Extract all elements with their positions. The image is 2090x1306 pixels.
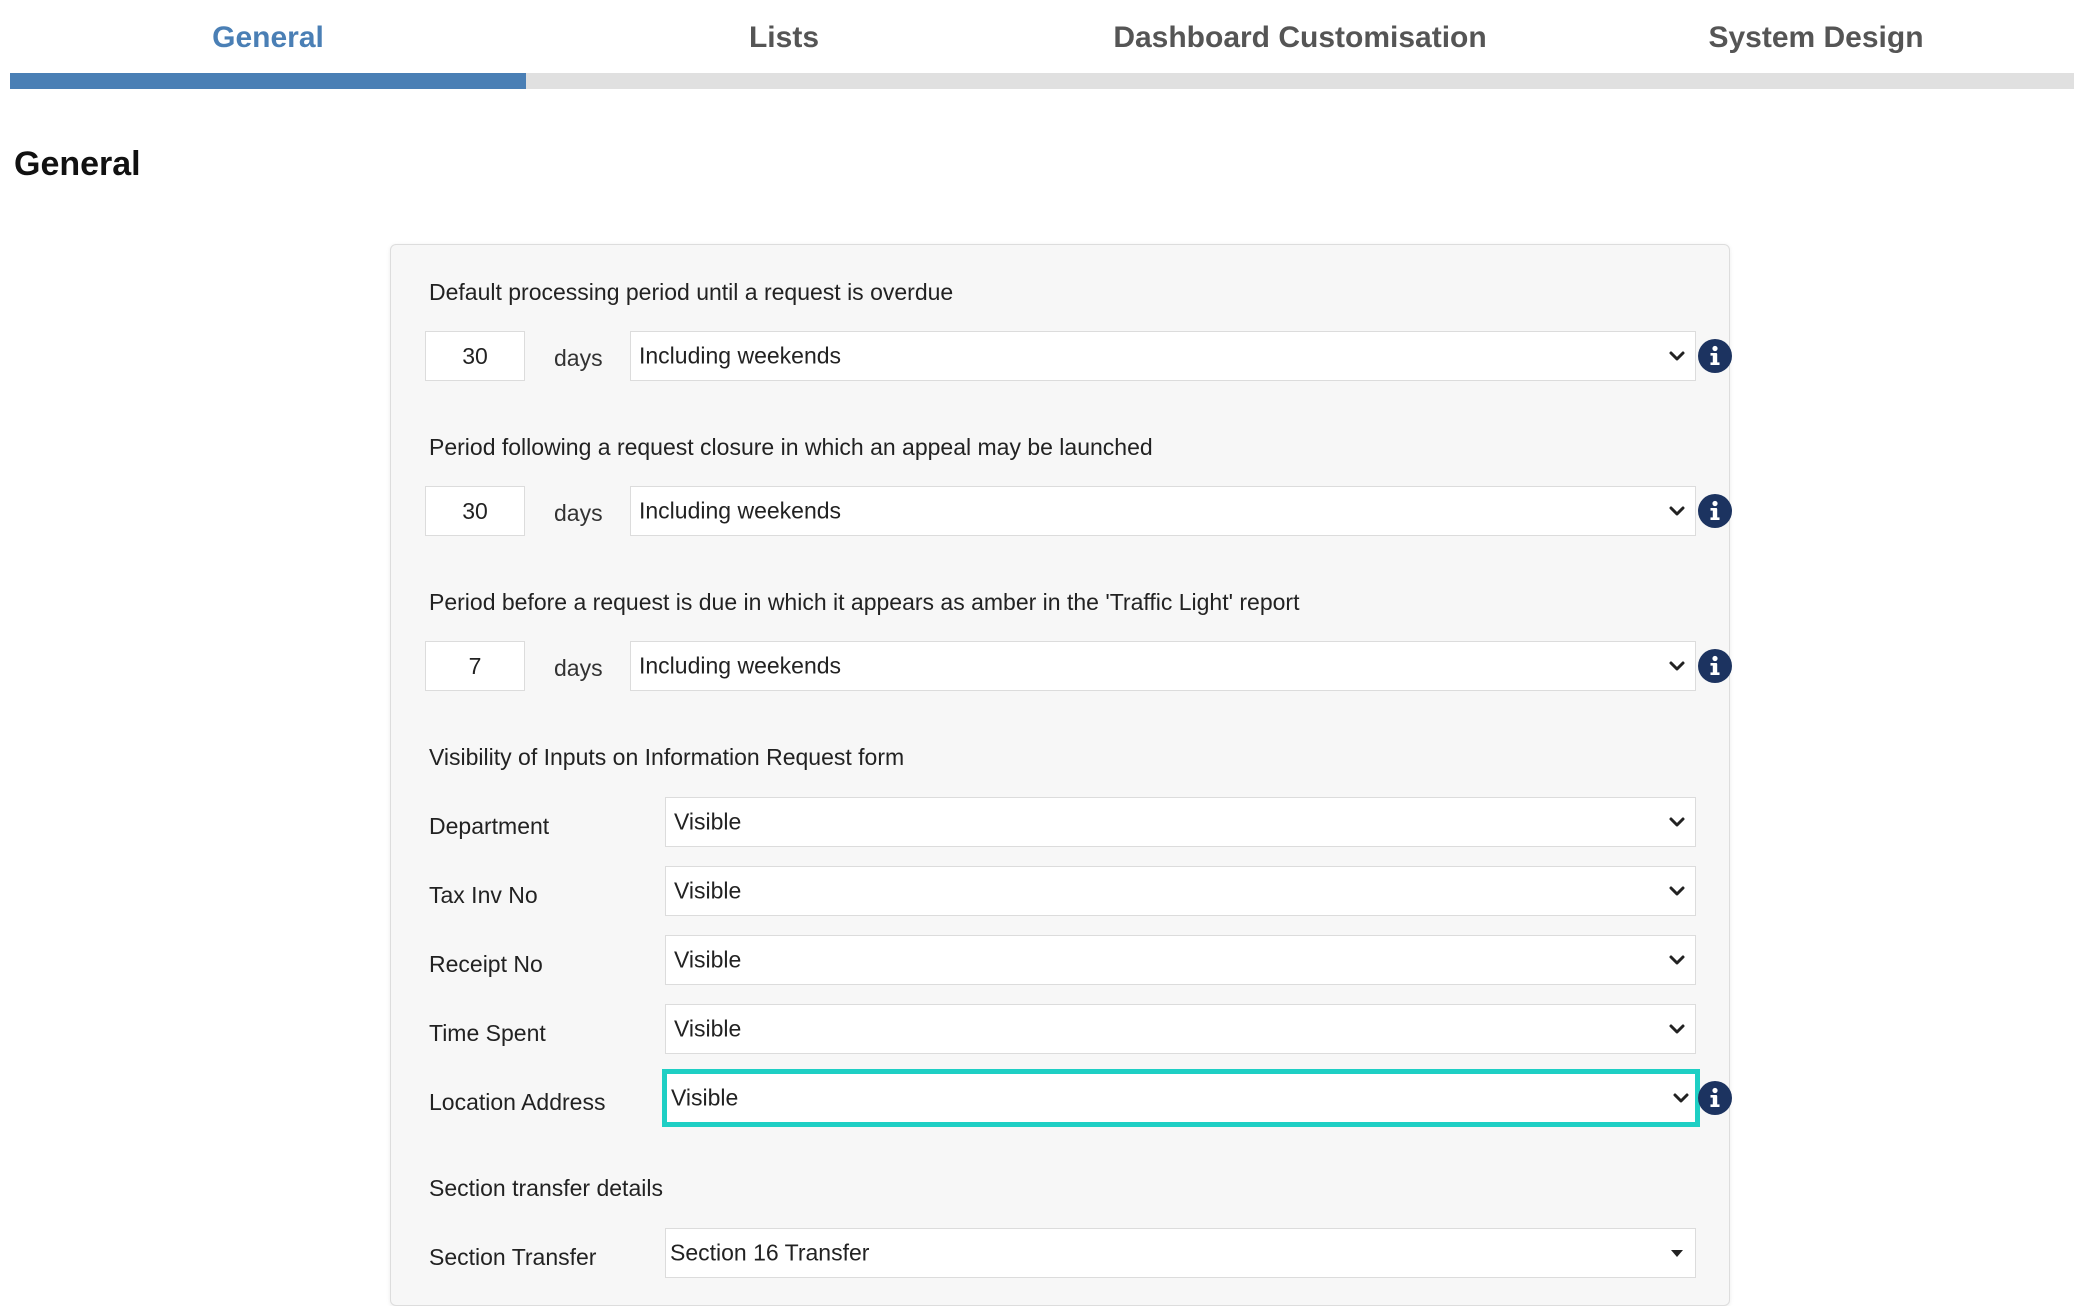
chevron-down-icon (1669, 351, 1685, 361)
amber-period-unit: days (554, 655, 603, 681)
receipt-no-visibility-select[interactable]: Visible (665, 935, 1696, 985)
tax-inv-no-visibility-value: Visible (674, 877, 742, 904)
time-spent-visibility-select[interactable]: Visible (665, 1004, 1696, 1054)
info-icon[interactable] (1698, 339, 1732, 373)
amber-period-mode-value: Including weekends (639, 652, 842, 679)
section-transfer-label: Section Transfer (429, 1244, 597, 1270)
tab-system-design[interactable]: System Design (1558, 0, 2074, 76)
section-transfer-value: Section 16 Transfer (670, 1239, 870, 1266)
location-address-visibility-value: Visible (671, 1084, 739, 1111)
location-address-label: Location Address (429, 1089, 606, 1115)
chevron-down-icon (1669, 506, 1685, 516)
settings-card: Default processing period until a reques… (390, 244, 1732, 1306)
appeal-period-mode-select[interactable]: Including weekends (630, 486, 1696, 536)
tab-active-indicator (10, 73, 526, 89)
time-spent-visibility-value: Visible (674, 1015, 742, 1042)
department-visibility-value: Visible (674, 808, 742, 835)
overdue-period-label: Default processing period until a reques… (429, 279, 954, 305)
department-visibility-select[interactable]: Visible (665, 797, 1696, 847)
appeal-period-unit: days (554, 500, 603, 526)
tab-lists[interactable]: Lists (526, 0, 1042, 76)
amber-period-input[interactable] (425, 641, 525, 691)
appeal-period-input[interactable] (425, 486, 525, 536)
chevron-down-icon (1669, 955, 1685, 965)
info-icon[interactable] (1698, 494, 1732, 528)
chevron-down-icon (1669, 1024, 1685, 1034)
appeal-period-label: Period following a request closure in wh… (429, 434, 1153, 460)
visibility-heading: Visibility of Inputs on Information Requ… (429, 744, 905, 770)
chevron-down-icon (1669, 886, 1685, 896)
caret-down-icon (1671, 1250, 1683, 1257)
chevron-down-icon (1673, 1093, 1689, 1103)
tab-general[interactable]: General (10, 0, 526, 76)
page-title: General (14, 145, 141, 183)
overdue-period-unit: days (554, 345, 603, 371)
section-transfer-heading: Section transfer details (429, 1175, 663, 1201)
amber-period-label: Period before a request is due in which … (429, 589, 1300, 615)
tab-dashboard-customisation[interactable]: Dashboard Customisation (1042, 0, 1558, 76)
overdue-period-input[interactable] (425, 331, 525, 381)
location-address-visibility-select[interactable]: Visible (662, 1069, 1700, 1127)
overdue-period-mode-select[interactable]: Including weekends (630, 331, 1696, 381)
time-spent-label: Time Spent (429, 1020, 546, 1046)
info-icon[interactable] (1698, 1081, 1732, 1115)
tax-inv-no-visibility-select[interactable]: Visible (665, 866, 1696, 916)
info-icon[interactable] (1698, 649, 1732, 683)
department-label: Department (429, 813, 550, 839)
chevron-down-icon (1669, 661, 1685, 671)
appeal-period-mode-value: Including weekends (639, 497, 842, 524)
tax-inv-no-label: Tax Inv No (429, 882, 538, 908)
receipt-no-visibility-value: Visible (674, 946, 742, 973)
amber-period-mode-select[interactable]: Including weekends (630, 641, 1696, 691)
chevron-down-icon (1669, 817, 1685, 827)
overdue-period-mode-value: Including weekends (639, 342, 842, 369)
tab-navigation: General Lists Dashboard Customisation Sy… (10, 0, 2074, 90)
section-transfer-select[interactable]: Section 16 Transfer (665, 1228, 1696, 1278)
receipt-no-label: Receipt No (429, 951, 543, 977)
